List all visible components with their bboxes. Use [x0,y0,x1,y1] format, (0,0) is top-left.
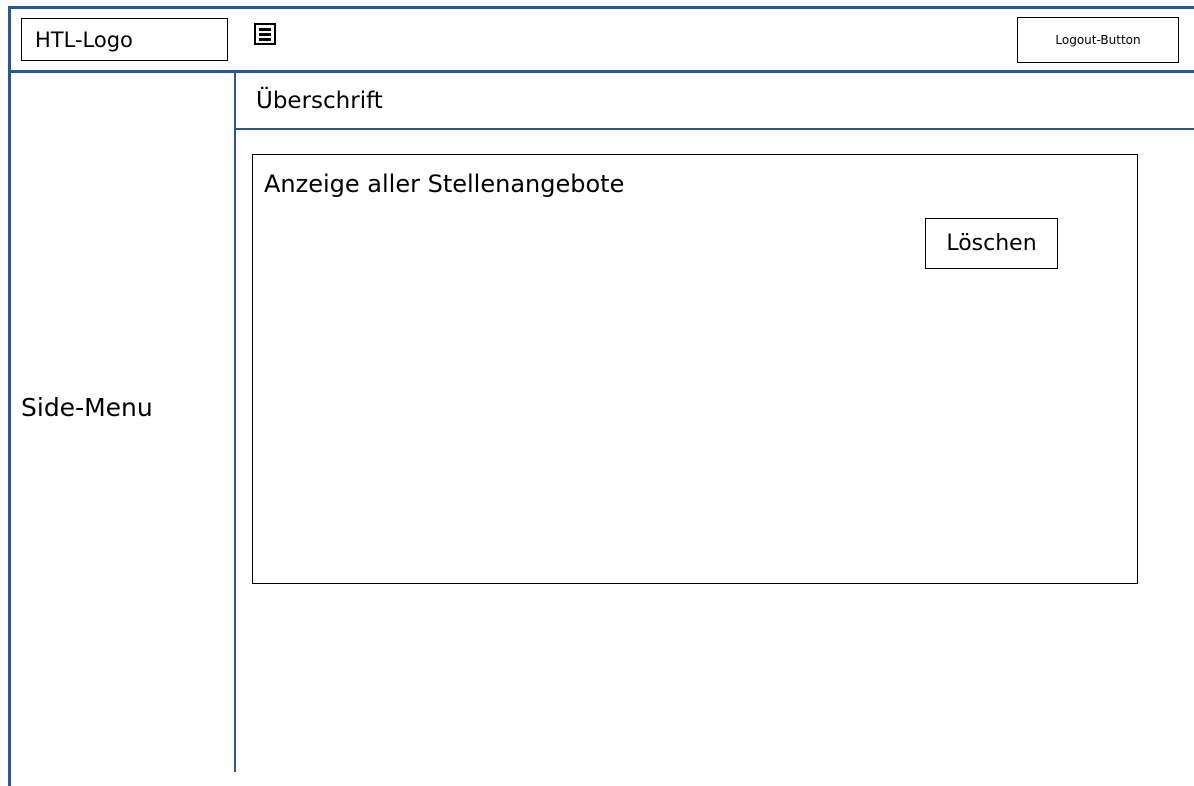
sidebar-divider [234,72,236,772]
htl-logo: HTL-Logo [21,18,228,61]
job-offers-panel: Anzeige aller Stellenangebote Löschen [252,154,1138,584]
hamburger-menu-icon[interactable] [254,23,276,45]
header-divider [8,70,1194,73]
menu-bar-bottom [259,38,271,41]
side-menu-label: Side-Menu [21,393,153,422]
delete-button[interactable]: Löschen [925,218,1058,269]
panel-title: Anzeige aller Stellenangebote [264,170,625,198]
heading-divider [235,128,1194,130]
page-title: Überschrift [256,88,383,114]
menu-bar-top [259,28,271,31]
logo-text: HTL-Logo [35,27,133,52]
logout-button[interactable]: Logout-Button [1017,17,1179,63]
menu-bar-middle [259,33,271,36]
